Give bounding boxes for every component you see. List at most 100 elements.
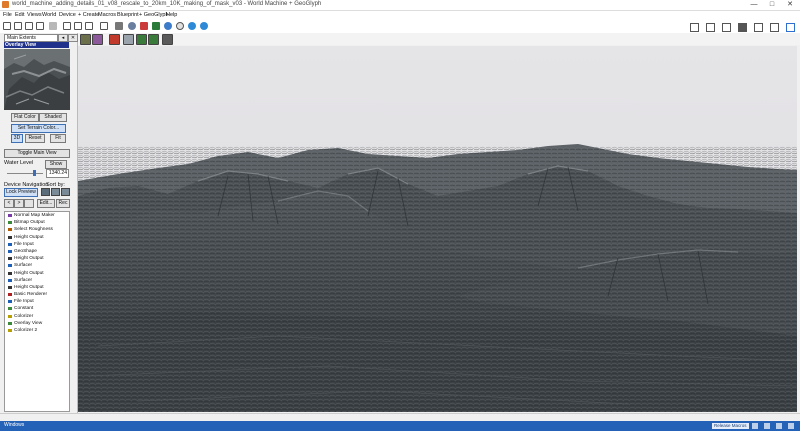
device-list-item[interactable]: File Input [5,241,69,248]
taskbar-active-item[interactable]: Release Macros [712,423,749,429]
link-icon[interactable] [786,23,795,32]
device-list-item[interactable]: Colorizer [5,313,69,320]
home-view-icon[interactable] [109,34,120,45]
3d-viewport[interactable] [78,46,797,412]
right-tool-3-icon[interactable] [722,23,731,32]
camera-icon[interactable] [123,34,134,45]
rec-button[interactable]: Rec [56,199,70,208]
set-terrain-color-button[interactable]: Set Terrain Color... [11,124,66,133]
sort-option-2-icon[interactable] [51,188,60,196]
view-toggle-1-icon[interactable] [80,34,91,45]
device-list-item[interactable]: Surfacer [5,262,69,269]
viewport-toolbar [78,33,800,45]
device-list-item[interactable]: Height Output [5,270,69,277]
reset-button[interactable]: Reset [25,134,45,143]
globe-icon[interactable] [188,22,196,30]
world-extents-icon[interactable] [176,22,184,30]
paste-icon[interactable] [85,22,93,30]
menu-blueprint[interactable]: Blueprint [117,12,139,18]
all-icon[interactable] [162,34,173,45]
tray-network-icon[interactable] [764,423,770,429]
water-level-slider[interactable] [7,170,43,176]
nav-up-button[interactable] [24,199,34,208]
device-list-item[interactable]: Bitmap Output [5,219,69,226]
layers-icon[interactable] [738,23,747,32]
menu-geoglyph[interactable]: + GeoGlyph [139,12,169,18]
device-type-icon [8,242,12,246]
menu-help[interactable]: Help [166,12,177,18]
connect-icon[interactable] [115,22,123,30]
build-icon[interactable] [152,22,160,30]
preview-icon[interactable] [164,22,172,30]
device-type-icon [8,264,12,268]
nav-back-button[interactable]: < [4,199,14,208]
save-icon[interactable] [25,22,33,30]
fit-button[interactable]: Fit [50,134,66,143]
device-list-item[interactable]: Height Output [5,255,69,262]
toggle-main-view-button[interactable]: Toggle Main View [4,149,70,158]
maximize-button[interactable]: □ [763,0,781,10]
device-list-item[interactable]: Overlay View [5,320,69,327]
menu-device[interactable]: Device [59,12,76,18]
refresh-render-icon[interactable] [148,34,159,45]
water-show-button[interactable]: Show [45,160,67,169]
panel-close-button[interactable]: ✕ [68,34,78,42]
minimize-button[interactable]: — [745,0,763,10]
device-list-item[interactable]: GeoShape [5,248,69,255]
water-level-slider-thumb[interactable] [32,170,36,176]
right-tool-5-icon[interactable] [754,23,763,32]
water-level-input[interactable]: 1340.24 [46,169,69,178]
3d-button[interactable]: 3D [11,134,23,143]
nav-forward-button[interactable]: > [14,199,24,208]
cut-icon[interactable] [63,22,71,30]
tray-volume-icon[interactable] [776,423,782,429]
sort-option-3-icon[interactable] [61,188,70,196]
render-icon[interactable] [136,34,147,45]
panel-prev-button[interactable]: ◂ [58,34,68,42]
device-list-item[interactable]: Height Output [5,284,69,291]
tray-icon[interactable] [752,423,758,429]
device-label: Surfacer [14,263,33,269]
copy-icon[interactable] [74,22,82,30]
undo-icon[interactable] [49,22,57,30]
device-list-item[interactable]: Height Output [5,234,69,241]
device-list-item[interactable]: Normal Map Maker [5,212,69,219]
save-as-icon[interactable] [36,22,44,30]
right-tool-6-icon[interactable] [770,23,779,32]
close-button[interactable]: ✕ [781,0,799,10]
tray-clock-icon[interactable] [788,423,794,429]
menu-views[interactable]: Views [27,12,42,18]
navigation-icon[interactable] [200,22,208,30]
device-label: Surfacer [14,277,33,283]
layout-icon[interactable] [128,22,136,30]
device-list-item[interactable]: File Input [5,298,69,305]
new-file-icon[interactable] [3,22,11,30]
sort-option-1-icon[interactable] [41,188,50,196]
view-toggle-2-icon[interactable] [92,34,103,45]
menu-file[interactable]: File [3,12,12,18]
menu-macros[interactable]: Macros [98,12,116,18]
device-label: Normal Map Maker [14,213,55,218]
group-icon[interactable] [100,22,108,30]
device-list-item[interactable]: Constant [5,305,69,312]
menu-edit[interactable]: Edit [15,12,24,18]
device-type-icon [8,293,12,297]
device-list-item[interactable]: Basic Renderer [5,291,69,298]
device-type-icon [8,228,12,232]
lock-preview-button[interactable]: Lock Preview [4,188,38,197]
record-icon[interactable] [140,22,148,30]
menu-create[interactable]: + Create [78,12,99,18]
view-dropdown[interactable]: Main Extents [4,34,58,42]
device-list-item[interactable]: Colorizer 2 [5,327,69,334]
device-list-item[interactable]: Surfacer [5,277,69,284]
device-list-item[interactable]: Select Roughness [5,226,69,233]
open-file-icon[interactable] [14,22,22,30]
overview-thumbnail[interactable] [4,49,70,110]
app-icon [2,1,9,8]
flat-color-button[interactable]: Flat Color [11,113,39,122]
right-tool-1-icon[interactable] [690,23,699,32]
shaded-button[interactable]: Shaded [39,113,67,122]
edit-button[interactable]: Edit... [37,199,55,208]
right-tool-2-icon[interactable] [706,23,715,32]
menu-world[interactable]: World [42,12,56,18]
